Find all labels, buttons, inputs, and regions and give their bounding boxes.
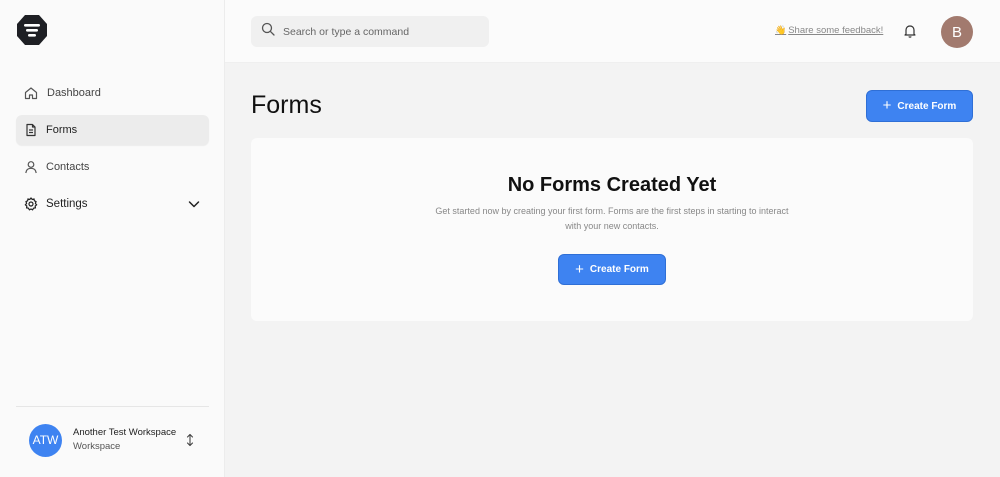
gear-icon [24,197,38,211]
workspace-info: Another Test Workspace Workspace [73,426,176,454]
search-input[interactable] [283,25,473,38]
sidebar-item-label: Dashboard [47,87,101,99]
app-logo[interactable] [16,14,48,46]
page-title: Forms [251,91,322,119]
chevron-down-icon[interactable] [187,197,201,211]
sidebar-item-dashboard[interactable]: Dashboard [16,78,209,108]
user-icon [24,160,38,174]
bell-icon[interactable] [902,23,918,39]
sidebar-item-forms[interactable]: Forms [16,115,209,145]
sidebar-item-label: Contacts [46,161,90,173]
create-form-button[interactable]: + Create Form [866,90,973,122]
create-form-label: Create Form [897,100,957,112]
plus-icon: + [575,260,584,278]
workspace-name: Another Test Workspace [73,427,177,438]
empty-state-description: Get started now by creating your first f… [435,206,789,231]
switch-arrows-icon[interactable] [185,433,195,447]
sidebar-item-label: Forms [46,124,78,136]
wave-icon: 👋 [775,25,787,35]
feedback-link[interactable]: 👋 Share some feedback! [775,25,883,36]
feedback-label: Share some feedback! [788,25,884,36]
search-icon [261,22,275,41]
workspace-switcher[interactable]: ATW Another Test Workspace Workspace [29,423,209,457]
workspace-type: Workspace [73,441,121,452]
empty-state-card: No Forms Created Yet Get started now by … [251,138,973,321]
workspace-avatar: ATW [29,423,62,457]
document-icon [24,123,38,137]
home-icon [24,86,38,100]
sidebar-divider [16,406,209,407]
plus-icon: + [882,97,892,114]
empty-state-title: No Forms Created Yet [507,174,717,196]
logo-icon [17,15,47,45]
user-avatar[interactable]: B [941,16,973,48]
sidebar: Dashboard Forms Contacts Settings ATW An… [0,0,225,477]
sidebar-item-settings[interactable]: Settings [16,189,209,219]
empty-state-create-form-button[interactable]: + Create Form [558,254,666,285]
sidebar-nav: Dashboard Forms Contacts Settings [16,78,209,226]
create-form-label: Create Form [589,264,649,275]
top-header: 👋 Share some feedback! B [225,0,1000,63]
sidebar-item-label: Settings [46,198,88,210]
search-bar[interactable] [251,16,489,47]
sidebar-item-contacts[interactable]: Contacts [16,152,209,182]
